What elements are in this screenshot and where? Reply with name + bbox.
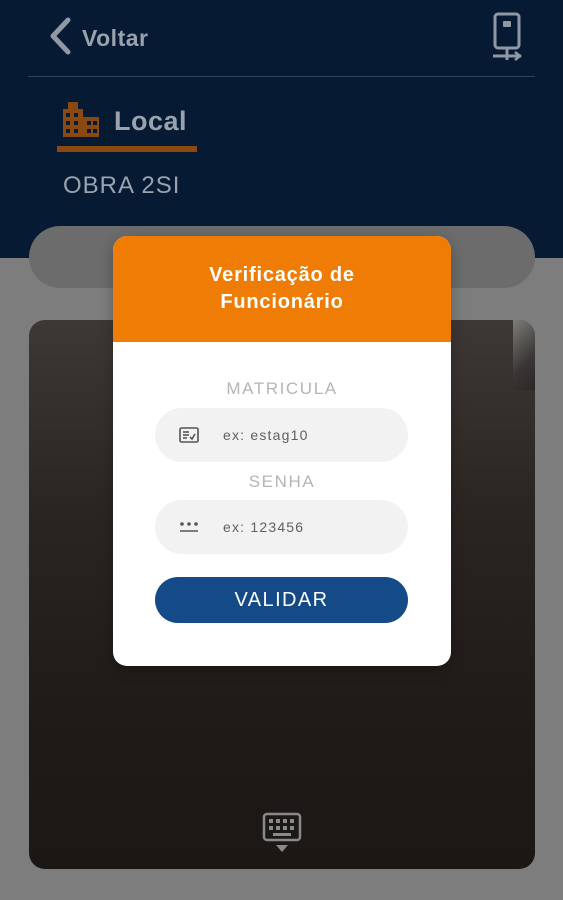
id-card-icon — [177, 425, 201, 445]
password-dots-icon — [177, 517, 201, 537]
local-underline — [57, 146, 197, 152]
matricula-field[interactable] — [155, 408, 408, 462]
employee-verification-dialog: Verificação de Funcionário MATRICULA SEN… — [113, 236, 451, 666]
dialog-header: Verificação de Funcionário — [113, 236, 451, 342]
senha-label: SENHA — [248, 472, 316, 491]
device-checkin-button[interactable] — [488, 12, 528, 62]
buildings-icon — [62, 101, 100, 142]
local-heading: Local — [62, 98, 187, 144]
back-button[interactable]: Voltar — [48, 16, 148, 60]
local-label: Local — [114, 105, 188, 136]
back-label: Voltar — [82, 24, 149, 51]
senha-input[interactable] — [221, 518, 395, 536]
header-divider — [28, 76, 535, 77]
camera-preview-edge — [513, 320, 535, 390]
matricula-input[interactable] — [221, 426, 395, 444]
keyboard-toggle-button[interactable] — [262, 812, 302, 854]
matricula-label: MATRICULA — [226, 379, 338, 398]
site-name: OBRA 2SI — [63, 172, 181, 199]
senha-field[interactable] — [155, 500, 408, 554]
dialog-title: Verificação de Funcionário — [209, 264, 355, 313]
header: Voltar Local OBRA 2SI — [0, 0, 563, 258]
chevron-left-icon — [48, 17, 72, 60]
device-checkin-icon — [488, 12, 528, 66]
validate-button[interactable]: VALIDAR — [155, 577, 408, 623]
keyboard-icon — [262, 812, 302, 858]
